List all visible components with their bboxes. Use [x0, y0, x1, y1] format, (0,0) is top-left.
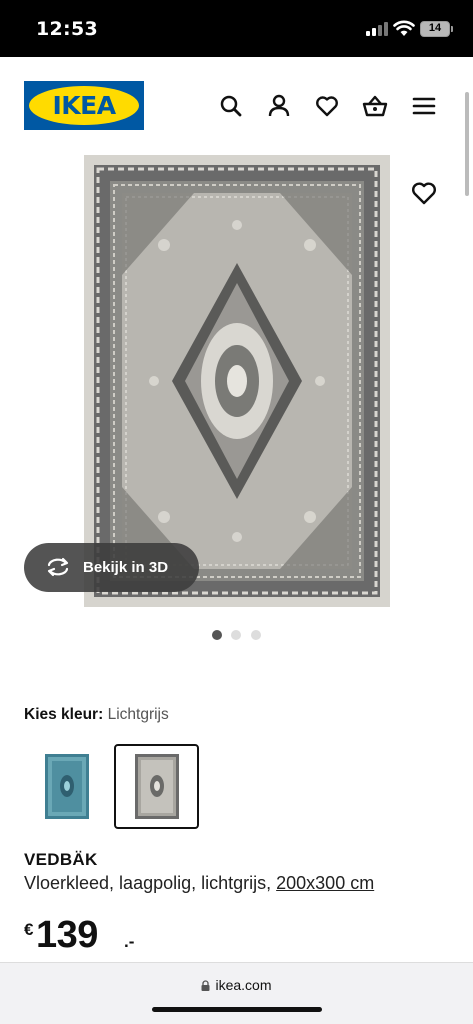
color-choice-line: Kies kleur: Lichtgrijs	[24, 706, 169, 724]
account-icon[interactable]	[266, 93, 292, 119]
wifi-icon	[393, 20, 415, 36]
browser-url-bar[interactable]: ikea.com	[0, 962, 473, 1024]
status-time: 12:53	[36, 18, 98, 40]
price-amount: 139	[36, 914, 98, 956]
color-swatch-blue[interactable]	[24, 744, 109, 829]
carousel-dot-3[interactable]	[251, 630, 261, 640]
battery-level: 14	[428, 22, 442, 34]
battery-icon: 14	[420, 21, 453, 37]
status-bar: 12:53 14	[0, 0, 473, 57]
view-in-3d-button[interactable]: Bekijk in 3D	[24, 543, 199, 592]
color-choice-value: Lichtgrijs	[107, 706, 169, 723]
menu-icon[interactable]	[411, 93, 437, 119]
favorites-icon[interactable]	[314, 93, 340, 119]
product-image-gallery[interactable]: Bekijk in 3D	[0, 153, 473, 623]
signal-icon	[366, 22, 388, 36]
site-header: IKEA	[0, 57, 473, 153]
color-choice-label: Kies kleur:	[24, 706, 104, 723]
carousel-dot-1[interactable]	[212, 630, 222, 640]
lock-icon	[201, 980, 210, 991]
basket-icon[interactable]	[362, 93, 388, 119]
product-image	[84, 155, 390, 607]
add-to-favorites-icon[interactable]	[410, 180, 438, 206]
home-indicator	[152, 1007, 322, 1012]
price-decimal: .-	[124, 932, 135, 951]
url-field[interactable]: ikea.com	[0, 977, 473, 993]
search-icon[interactable]	[218, 93, 244, 119]
product-description-text: Vloerkleed, laagpolig, lichtgrijs,	[24, 873, 277, 893]
product-description: Vloerkleed, laagpolig, lichtgrijs, 200x3…	[24, 873, 374, 894]
product-name: VEDBÄK	[24, 850, 98, 869]
product-size-link[interactable]: 200x300 cm	[276, 873, 374, 893]
color-swatch-lichtgrijs[interactable]	[114, 744, 199, 829]
url-text: ikea.com	[215, 977, 272, 993]
rotate-3d-icon	[47, 557, 69, 577]
ikea-logo[interactable]: IKEA	[24, 81, 144, 130]
carousel-dot-2[interactable]	[231, 630, 241, 640]
view-in-3d-label: Bekijk in 3D	[83, 559, 169, 576]
price-currency: €	[24, 920, 34, 939]
